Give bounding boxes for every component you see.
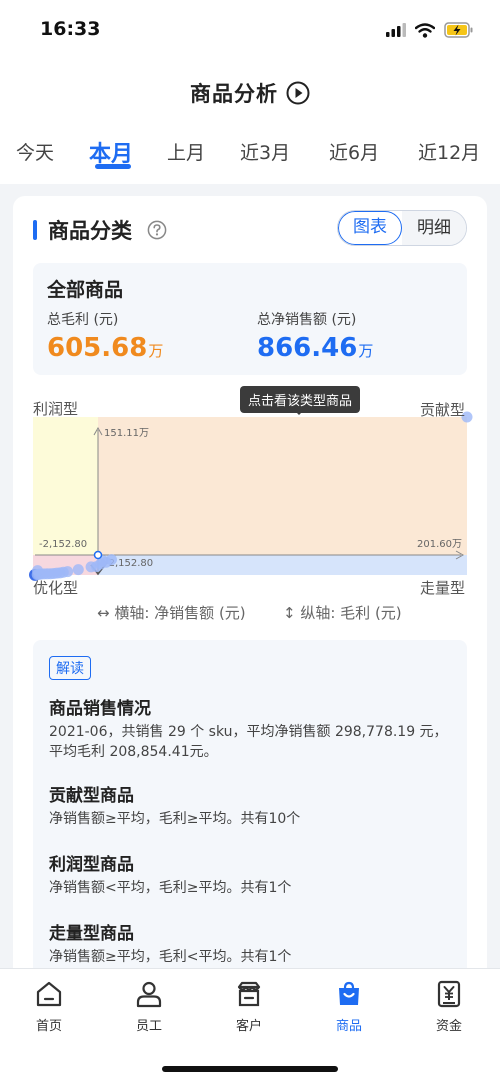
- interpretation-badge: 解读: [49, 656, 91, 680]
- nav-bar: 商品分析: [0, 62, 500, 124]
- status-icons: [386, 22, 474, 38]
- y-max-tick-label: 151.11万: [104, 428, 149, 439]
- scatter-point[interactable]: [72, 564, 84, 576]
- interpretation-heading: 商品销售情况: [49, 699, 151, 719]
- goods-icon: [339, 981, 359, 1005]
- nav-home-label: 首页: [35, 1019, 62, 1034]
- horizontal-arrows-icon: ↔: [97, 604, 110, 622]
- nav-staff[interactable]: 员工: [109, 979, 189, 1034]
- profit-quadrant-area[interactable]: [33, 417, 98, 555]
- bottom-tab-bar: 首页 员工 客户 商品 资金: [0, 968, 500, 1082]
- status-bar: 16:33: [0, 0, 500, 62]
- staff-icon: [136, 981, 162, 1008]
- selected-point-marker[interactable]: [93, 550, 103, 560]
- x-axis-legend-text: 横轴: 净销售额 (元): [114, 604, 246, 622]
- interpretation-heading: 贡献型商品: [49, 786, 134, 806]
- finance-icon: [437, 980, 461, 1008]
- scatter-point[interactable]: [106, 554, 117, 566]
- optimize-quadrant-label: 优化型: [33, 579, 79, 597]
- contribution-quadrant-area[interactable]: [98, 417, 467, 555]
- x-axis-legend: ↔ 横轴: 净销售额 (元): [97, 602, 246, 623]
- nav-customer[interactable]: 客户: [209, 979, 289, 1034]
- contribution-quadrant-label: 贡献型: [420, 401, 466, 419]
- interpretation-text: 净销售额≥平均，毛利<平均。共有1个: [49, 949, 292, 965]
- scatter-point[interactable]: [62, 566, 74, 578]
- tab-last-3-months[interactable]: 近3月: [240, 138, 290, 165]
- tab-today[interactable]: 今天: [16, 138, 54, 165]
- interpretation-panel: 解读 商品销售情况 2021-06，共销售 29 个 sku，平均净销售额 29…: [33, 640, 467, 996]
- nav-goods[interactable]: 商品: [309, 979, 389, 1034]
- wifi-icon: [415, 22, 435, 38]
- nav-finance-label: 资金: [435, 1019, 462, 1034]
- battery-charging-icon: [444, 22, 473, 38]
- interpretation-text: 净销售额<平均，毛利≥平均。共有1个: [49, 880, 292, 896]
- period-tabs: 今天 本月 上月 近3月 近6月 近12月: [0, 124, 500, 184]
- volume-quadrant-label: 走量型: [420, 579, 466, 597]
- home-icon: [36, 981, 62, 1007]
- nav-finance[interactable]: 资金: [409, 979, 489, 1034]
- interpretation-text: 2021-06，共销售 29 个 sku，平均净销售额 298,778.19 元…: [49, 724, 448, 760]
- page-title: 商品分析: [190, 82, 278, 106]
- volume-quadrant-area[interactable]: [98, 555, 467, 575]
- interpretation-heading: 利润型商品: [49, 855, 134, 875]
- y-axis-legend: ↕ 纵轴: 毛利 (元): [283, 602, 402, 623]
- play-icon[interactable]: [286, 81, 310, 105]
- tab-last-month[interactable]: 上月: [167, 138, 205, 165]
- category-card: 商品分类 图表 明细 全部商品 总毛利 (元) 605.68万 总净销售额 (元…: [13, 196, 487, 996]
- profit-quadrant-label: 利润型: [33, 400, 79, 418]
- status-time: 16:33: [40, 18, 101, 40]
- interpretation-heading: 走量型商品: [49, 924, 134, 944]
- home-indicator: [162, 1066, 338, 1072]
- nav-customer-label: 客户: [235, 1019, 262, 1034]
- nav-staff-label: 员工: [135, 1019, 162, 1034]
- customer-icon: [237, 981, 261, 1007]
- y-axis-legend-text: 纵轴: 毛利 (元): [300, 604, 402, 622]
- interpretation-text: 净销售额≥平均，毛利≥平均。共有10个: [49, 811, 301, 827]
- chart-tooltip: 点击看该类型商品: [240, 386, 361, 413]
- x-max-tick-label: 201.60万: [417, 539, 462, 550]
- tooltip-arrow: [294, 410, 304, 415]
- scatter-point[interactable]: [32, 565, 44, 577]
- nav-home[interactable]: 首页: [9, 979, 89, 1034]
- cellular-signal-icon: [386, 23, 406, 37]
- x-min-tick-label: -2,152.80: [39, 539, 87, 550]
- tab-last-12-months[interactable]: 近12月: [418, 138, 480, 165]
- nav-goods-label: 商品: [335, 1019, 362, 1034]
- vertical-arrows-icon: ↕: [283, 604, 296, 622]
- active-tab-indicator: [95, 164, 131, 169]
- tab-last-6-months[interactable]: 近6月: [329, 138, 379, 165]
